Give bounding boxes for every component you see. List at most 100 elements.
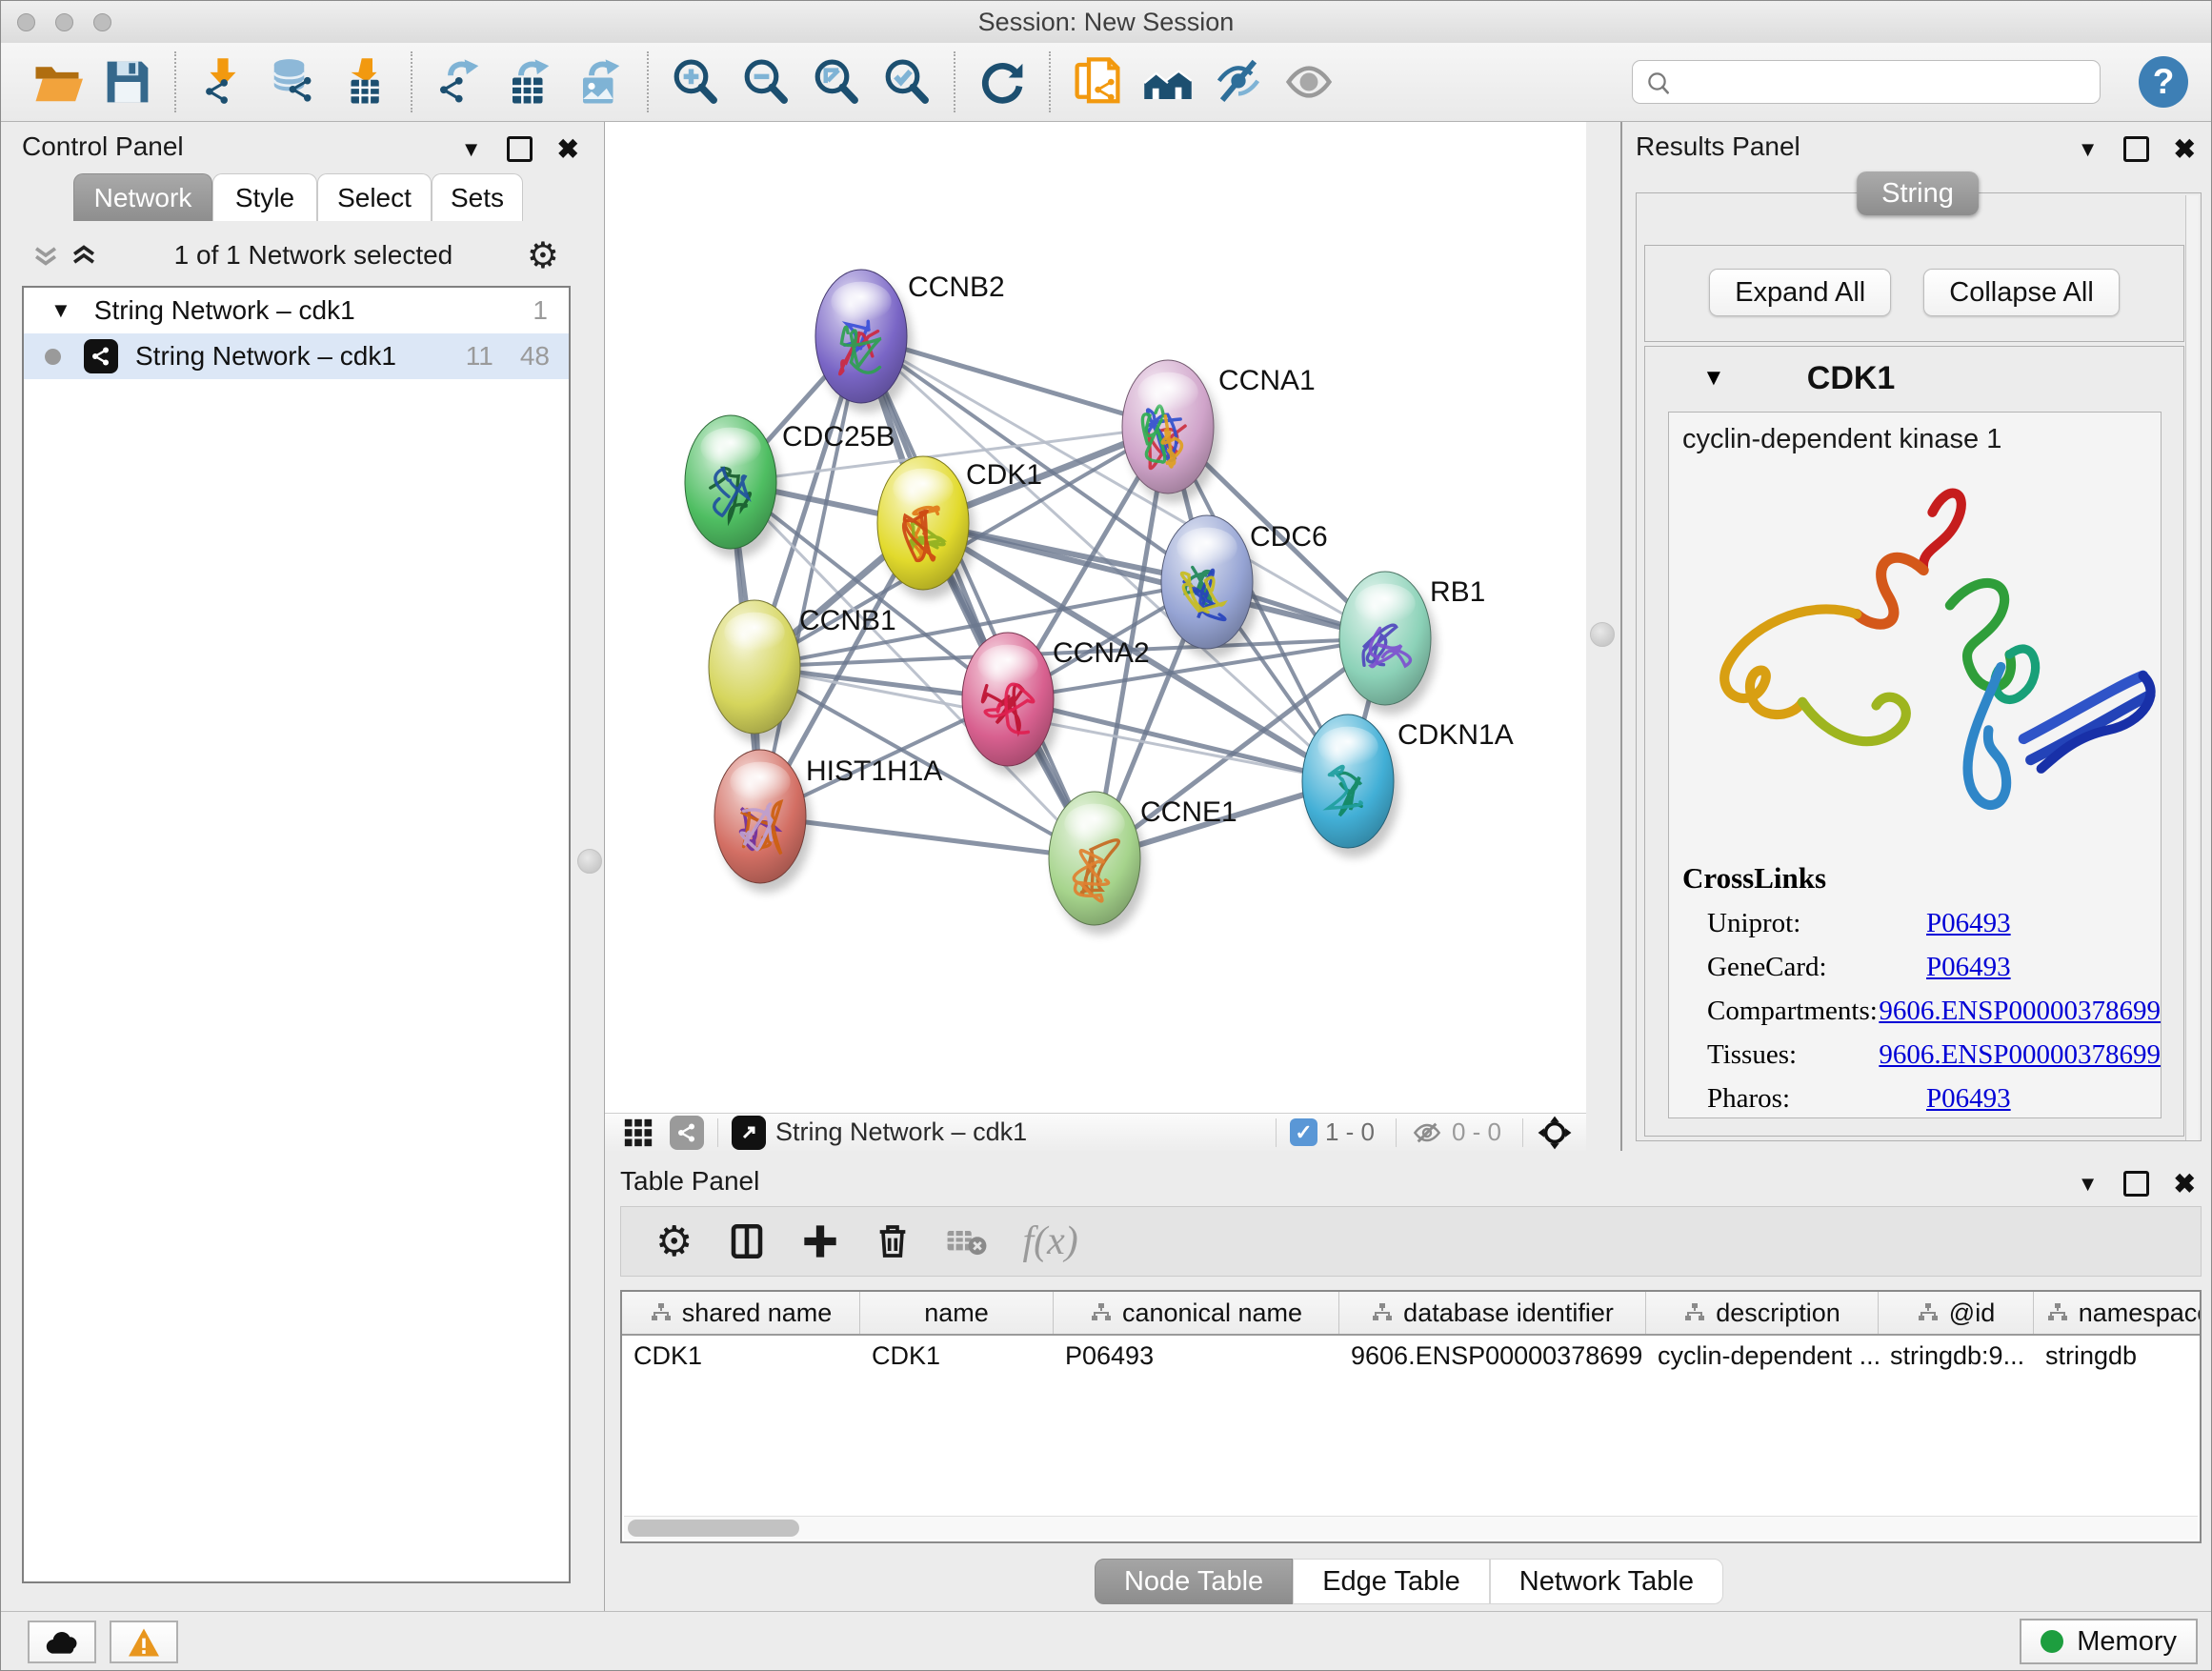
- search-input[interactable]: [1632, 60, 2101, 104]
- results-scrollbar[interactable]: [2185, 195, 2199, 1140]
- open-file-button[interactable]: [28, 52, 87, 111]
- expand-all-button[interactable]: Expand All: [1709, 269, 1891, 316]
- tab-edge-table[interactable]: Edge Table: [1293, 1559, 1490, 1604]
- refresh-button[interactable]: [973, 52, 1032, 111]
- column-header-name[interactable]: name: [860, 1292, 1054, 1334]
- collapse-panel-icon[interactable]: ▼: [2078, 1172, 2099, 1197]
- collapse-tree-icon[interactable]: ▼: [50, 298, 71, 323]
- add-column-icon[interactable]: [801, 1222, 839, 1260]
- table-gear-icon[interactable]: ⚙: [655, 1218, 693, 1266]
- node-CDKN1A[interactable]: [1302, 715, 1399, 857]
- tree-network-row[interactable]: String Network – cdk11148: [24, 333, 569, 379]
- help-button[interactable]: ?: [2139, 56, 2188, 108]
- crosslink-link[interactable]: P06493: [1926, 1083, 2011, 1115]
- column-header-database-identifier[interactable]: database identifier: [1339, 1292, 1646, 1334]
- show-columns-icon[interactable]: [727, 1221, 767, 1261]
- hide-unhide-button[interactable]: [1209, 52, 1268, 111]
- zoom-out-button[interactable]: [736, 52, 795, 111]
- table-cell[interactable]: P06493: [1054, 1341, 1339, 1371]
- function-builder-icon[interactable]: f(x): [1022, 1218, 1077, 1264]
- close-panel-icon[interactable]: ✖: [557, 133, 579, 165]
- node-CCNB2[interactable]: [815, 270, 913, 413]
- table-hscrollbar[interactable]: [624, 1516, 2198, 1540]
- collapse-section-icon[interactable]: ▼: [1702, 365, 1725, 392]
- table-row[interactable]: CDK1CDK1P064939606.ENSP00000378699cyclin…: [622, 1336, 2200, 1376]
- export-table-button[interactable]: [500, 52, 559, 111]
- close-panel-icon[interactable]: ✖: [2174, 1168, 2196, 1199]
- table-cell[interactable]: cyclin-dependent ...: [1646, 1341, 1879, 1371]
- grid-view-icon[interactable]: [622, 1117, 654, 1149]
- home-button[interactable]: [1138, 52, 1197, 111]
- export-view-icon[interactable]: [732, 1116, 766, 1150]
- tree-root-row[interactable]: ▼String Network – cdk11: [24, 288, 569, 333]
- import-database-button[interactable]: [264, 52, 323, 111]
- collapse-panel-icon[interactable]: ▼: [2078, 137, 2099, 162]
- column-header-description[interactable]: description: [1646, 1292, 1879, 1334]
- column-header-canonical-name[interactable]: canonical name: [1054, 1292, 1339, 1334]
- tab-sets[interactable]: Sets: [432, 173, 523, 221]
- warning-button[interactable]: [110, 1621, 178, 1663]
- right-splitter-grip[interactable]: [1590, 622, 1615, 647]
- float-panel-icon[interactable]: [507, 136, 533, 162]
- node-CDC6[interactable]: [1161, 515, 1258, 658]
- window-title: Session: New Session: [1, 8, 2211, 37]
- gear-icon[interactable]: ⚙: [527, 234, 559, 277]
- float-panel-icon[interactable]: [2123, 136, 2149, 162]
- table-cell[interactable]: CDK1: [622, 1341, 860, 1371]
- expand-all-icon[interactable]: [68, 239, 100, 272]
- zoom-selected-button[interactable]: [877, 52, 936, 111]
- gene-section-header[interactable]: ▼ CDK1: [1645, 347, 2183, 410]
- tab-node-table[interactable]: Node Table: [1095, 1559, 1293, 1604]
- crosslink-link[interactable]: P06493: [1926, 952, 2011, 983]
- string-document-button[interactable]: [1068, 52, 1127, 111]
- fit-move-icon[interactable]: [1537, 1115, 1573, 1151]
- column-header-shared-name[interactable]: shared name: [622, 1292, 860, 1334]
- edge-CCNB2-HIST1H1A[interactable]: [760, 336, 861, 816]
- delete-table-icon[interactable]: [946, 1223, 988, 1259]
- export-image-button[interactable]: [571, 52, 630, 111]
- network-share-icon[interactable]: [670, 1116, 704, 1150]
- crosslink-link[interactable]: P06493: [1926, 908, 2011, 939]
- toolbar-separator: [174, 51, 176, 112]
- column-header-namespace[interactable]: namespace: [2034, 1292, 2202, 1334]
- tab-select[interactable]: Select: [317, 173, 432, 221]
- close-panel-icon[interactable]: ✖: [2174, 133, 2196, 165]
- hscroll-thumb[interactable]: [628, 1520, 799, 1537]
- tab-network[interactable]: Network: [73, 173, 212, 221]
- table-cell[interactable]: 9606.ENSP00000378699: [1339, 1341, 1646, 1371]
- node-CCNB1[interactable]: [709, 600, 806, 743]
- node-CDC25B[interactable]: [685, 415, 782, 558]
- save-session-button[interactable]: [98, 52, 157, 111]
- table-cell[interactable]: CDK1: [860, 1341, 1054, 1371]
- left-splitter-grip[interactable]: [577, 849, 602, 874]
- collapse-panel-icon[interactable]: ▼: [461, 137, 482, 162]
- float-panel-icon[interactable]: [2123, 1171, 2149, 1197]
- memory-button[interactable]: Memory: [2020, 1619, 2198, 1664]
- selected-checkbox-icon[interactable]: ✓: [1290, 1118, 1317, 1146]
- zoom-in-button[interactable]: [666, 52, 725, 111]
- cloud-button[interactable]: [28, 1621, 96, 1663]
- import-table-button[interactable]: [334, 52, 393, 111]
- table-cell[interactable]: stringdb: [2034, 1341, 2202, 1371]
- table-cell[interactable]: stringdb:9...: [1879, 1341, 2034, 1371]
- string-tab[interactable]: String: [1857, 171, 1979, 215]
- eye-button[interactable]: [1279, 52, 1338, 111]
- column-header-@id[interactable]: @id: [1879, 1292, 2034, 1334]
- export-network-button[interactable]: [430, 52, 489, 111]
- hidden-eye-icon[interactable]: [1410, 1117, 1444, 1148]
- collapse-all-button[interactable]: Collapse All: [1923, 269, 2120, 316]
- node-HIST1H1A[interactable]: [714, 750, 812, 893]
- node-RB1[interactable]: [1339, 572, 1437, 715]
- crosslink-link[interactable]: 9606.ENSP00000378699: [1879, 1039, 2161, 1071]
- crosslink-link[interactable]: 9606.ENSP00000378699: [1879, 996, 2161, 1027]
- tab-network-table[interactable]: Network Table: [1490, 1559, 1723, 1604]
- tab-style[interactable]: Style: [212, 173, 317, 221]
- column-label: canonical name: [1122, 1299, 1302, 1328]
- delete-column-icon[interactable]: [874, 1222, 912, 1260]
- import-network-button[interactable]: [193, 52, 252, 111]
- collapse-all-icon[interactable]: [30, 239, 62, 272]
- zoom-fit-button[interactable]: [807, 52, 866, 111]
- crosslink-label: Uniprot:: [1707, 908, 1926, 939]
- node-CCNE1[interactable]: [1049, 792, 1146, 935]
- network-view[interactable]: CCNB2CCNA1CDC25BCDK1CDC6RB1CCNB1CCNA2CDK…: [605, 122, 1586, 1113]
